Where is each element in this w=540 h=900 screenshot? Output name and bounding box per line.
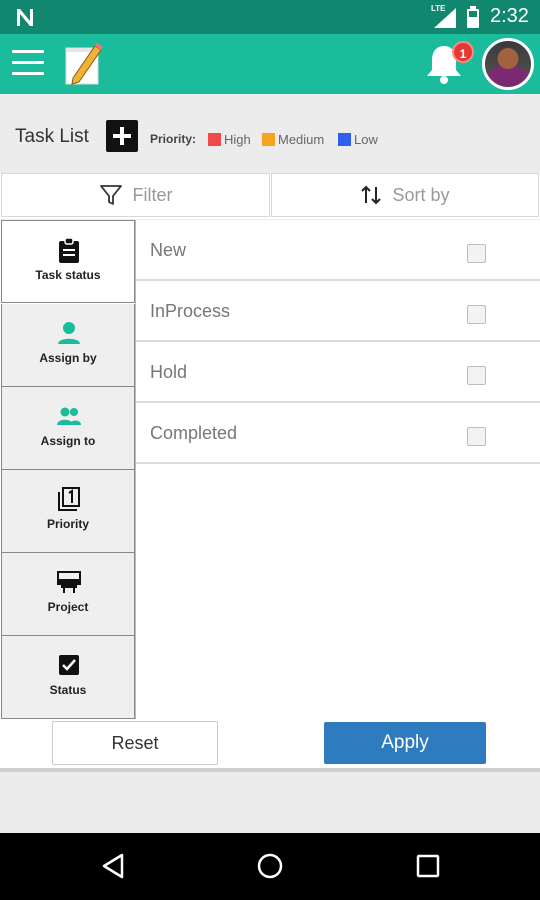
- tab-label: Task status: [35, 268, 101, 282]
- option-label: New: [150, 240, 187, 260]
- sort-arrows-icon: [361, 185, 382, 205]
- legend-low-swatch: [338, 133, 351, 146]
- notification-count-badge: 1: [452, 41, 474, 63]
- option-checkbox[interactable]: [467, 244, 486, 263]
- add-task-button[interactable]: [106, 120, 138, 152]
- legend-medium-label: Medium: [278, 132, 325, 147]
- filter-sort-bar: Filter Sort by: [0, 173, 540, 219]
- option-hold[interactable]: Hold: [136, 342, 540, 403]
- filter-button[interactable]: Filter: [1, 173, 270, 217]
- clipboard-icon: [59, 237, 79, 263]
- home-icon[interactable]: [255, 851, 285, 881]
- sort-button[interactable]: Sort by: [271, 173, 539, 217]
- apply-button[interactable]: Apply: [324, 722, 486, 764]
- tab-label: Assign by: [39, 351, 97, 365]
- option-label: Completed: [150, 423, 238, 443]
- filter-1-icon: [58, 487, 80, 511]
- hamburger-menu-icon[interactable]: [12, 50, 44, 78]
- battery-icon: [467, 6, 479, 28]
- option-checkbox[interactable]: [467, 305, 486, 324]
- tab-project[interactable]: Project: [1, 553, 135, 636]
- person-icon: [58, 322, 80, 344]
- tab-task-status[interactable]: Task status: [1, 220, 135, 303]
- legend-high: High: [208, 132, 251, 147]
- option-new[interactable]: New: [136, 220, 540, 281]
- user-avatar[interactable]: [482, 38, 534, 90]
- reset-button[interactable]: Reset: [52, 721, 218, 765]
- status-bar: LTE 2:32: [0, 0, 540, 34]
- checkbox-icon: [59, 655, 79, 675]
- tab-label: Priority: [46, 517, 89, 531]
- tab-status[interactable]: Status: [1, 636, 135, 719]
- option-checkbox[interactable]: [467, 366, 486, 385]
- tab-assign-by[interactable]: Assign by: [1, 304, 135, 387]
- tab-label: Project: [47, 600, 89, 614]
- signal-icon: [434, 8, 456, 28]
- clock: 2:32: [490, 5, 529, 27]
- sort-label: Sort by: [392, 184, 450, 205]
- status-options-list: New InProcess Hold Completed: [136, 220, 540, 464]
- tab-assign-to[interactable]: Assign to: [1, 387, 135, 470]
- tab-label: Status: [49, 683, 87, 697]
- option-label: Hold: [150, 362, 188, 382]
- option-completed[interactable]: Completed: [136, 403, 540, 464]
- option-checkbox[interactable]: [467, 427, 486, 446]
- people-icon: [57, 407, 81, 425]
- priority-legend-label: Priority:: [150, 132, 197, 146]
- option-inprocess[interactable]: InProcess: [136, 281, 540, 342]
- page-title: Task List: [15, 126, 89, 147]
- app-bar: 1: [0, 34, 540, 94]
- option-label: InProcess: [150, 301, 231, 321]
- tab-label: Assign to: [40, 434, 96, 448]
- legend-high-label: High: [224, 132, 251, 147]
- project-icon: [57, 571, 81, 593]
- filter-panel: Task status Assign by Assign to Priority…: [0, 220, 540, 720]
- legend-medium-swatch: [262, 133, 275, 146]
- legend-low-label: Low: [354, 132, 378, 147]
- filter-category-tabs: Task status Assign by Assign to Priority…: [0, 220, 136, 719]
- recents-icon[interactable]: [413, 851, 443, 881]
- back-icon[interactable]: [98, 851, 128, 881]
- legend-low: Low: [338, 132, 378, 147]
- system-navigation-bar: [0, 833, 540, 900]
- task-list-header: Task List Priority: High Medium Low: [0, 94, 540, 174]
- notification-n-icon: [17, 9, 33, 26]
- notepad-logo-icon: [65, 43, 103, 85]
- funnel-icon: [99, 185, 122, 205]
- filter-label: Filter: [132, 184, 173, 205]
- tab-priority[interactable]: Priority: [1, 470, 135, 553]
- legend-high-swatch: [208, 133, 221, 146]
- action-bar: Reset Apply: [0, 720, 540, 772]
- legend-medium: Medium: [262, 132, 324, 147]
